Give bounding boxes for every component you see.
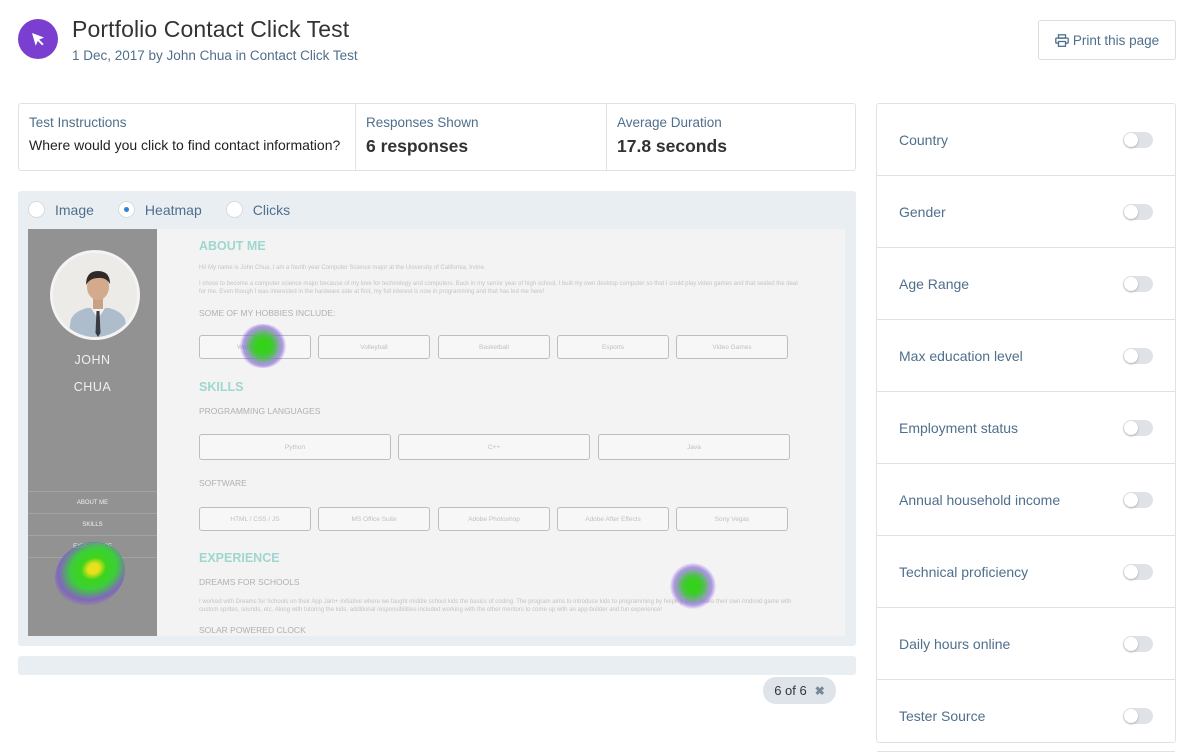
test-screenshot[interactable]: JOHN CHUA ABOUT ME SKILLS EXPERIENCE CON…: [28, 229, 845, 636]
stat-instructions-value: Where would you click to find contact in…: [29, 137, 341, 153]
filter-label: Tester Source: [899, 707, 986, 724]
filter-toggle[interactable]: [1123, 635, 1153, 652]
language-chip: Java: [598, 434, 790, 460]
mode-clicks-label: Clicks: [252, 201, 291, 218]
filter-label: Annual household income: [899, 491, 1061, 508]
cursor-logo-icon: [18, 19, 58, 59]
filter-toggle[interactable]: [1123, 491, 1153, 508]
languages-heading: PROGRAMMING LANGUAGES: [199, 406, 321, 416]
hobby-chip: Working Out: [199, 335, 311, 359]
filter-label: Country: [899, 131, 949, 148]
screenshot-nav-item: ABOUT ME: [28, 491, 157, 513]
about-heading: ABOUT ME: [199, 239, 266, 253]
filter-label: Employment status: [899, 419, 1019, 436]
radio-image[interactable]: [28, 201, 45, 218]
printer-icon: [1054, 33, 1069, 47]
filter-toggle[interactable]: [1123, 707, 1153, 724]
experience-heading: EXPERIENCE: [199, 551, 280, 565]
dreams-heading: DREAMS FOR SCHOOLS: [199, 577, 300, 587]
stat-duration-value: 17.8 seconds: [617, 136, 727, 156]
stat-duration-label: Average Duration: [617, 115, 722, 130]
filter-toggle[interactable]: [1123, 563, 1153, 580]
heatmap-viewer: Image Heatmap Clicks JOHN CHUA ABOUT ME …: [18, 191, 856, 646]
mode-heatmap-label: Heatmap: [144, 201, 202, 218]
hobby-chip: Esports: [557, 335, 669, 359]
filter-hours-online: Daily hours online: [877, 608, 1175, 680]
page-header: Portfolio Contact Click Test 1 Dec, 2017…: [18, 16, 358, 63]
response-scrubber[interactable]: [18, 656, 856, 675]
filter-toggle[interactable]: [1123, 347, 1153, 364]
software-chip: Adobe After Effects: [557, 507, 669, 531]
view-mode-selector: Image Heatmap Clicks: [28, 201, 314, 218]
response-pager: 6 of 6 ✖: [763, 677, 836, 704]
filter-label: Max education level: [899, 347, 1023, 364]
filter-employment: Employment status: [877, 392, 1175, 464]
hobby-chip: Basketball: [438, 335, 550, 359]
page-title: Portfolio Contact Click Test: [72, 16, 350, 42]
hobby-chip: Volleyball: [318, 335, 430, 359]
filter-income: Annual household income: [877, 464, 1175, 536]
software-chip: MS Office Suite: [318, 507, 430, 531]
filter-education: Max education level: [877, 320, 1175, 392]
screenshot-nav: ABOUT ME SKILLS EXPERIENCE CONTACT: [28, 491, 157, 579]
language-chip: Python: [199, 434, 391, 460]
filter-age-range: Age Range: [877, 248, 1175, 320]
mode-image[interactable]: Image: [28, 201, 94, 218]
screenshot-nav-item: SKILLS: [28, 513, 157, 535]
mode-heatmap[interactable]: Heatmap: [117, 201, 202, 218]
radio-clicks[interactable]: [225, 201, 243, 218]
stat-instructions-label: Test Instructions: [29, 115, 127, 130]
filter-country: Country: [877, 104, 1175, 176]
hobbies-heading: SOME OF MY HOBBIES INCLUDE:: [199, 308, 336, 318]
filter-toggle[interactable]: [1123, 275, 1153, 292]
software-chip: HTML / CSS / JS: [199, 507, 311, 531]
stat-responses-label: Responses Shown: [366, 115, 479, 130]
filter-label: Daily hours online: [899, 635, 1011, 652]
pager-label: 6 of 6: [774, 683, 807, 698]
mode-clicks[interactable]: Clicks: [225, 201, 291, 218]
stat-responses: Responses Shown 6 responses: [356, 104, 607, 170]
screenshot-sidebar: JOHN CHUA ABOUT ME SKILLS EXPERIENCE CON…: [28, 229, 157, 636]
filter-label: Gender: [899, 203, 946, 220]
filters-panel: Country Gender Age Range Max education l…: [876, 103, 1176, 752]
software-chip: Sony Vegas: [676, 507, 788, 531]
stats-panel: Test Instructions Where would you click …: [18, 103, 856, 171]
skills-heading: SKILLS: [199, 380, 244, 394]
about-paragraph-1: Hi! My name is John Chua, I am a fourth …: [199, 265, 486, 271]
filter-label: Age Range: [899, 275, 970, 292]
filter-toggle[interactable]: [1123, 131, 1153, 148]
profile-photo: [50, 250, 140, 340]
radio-heatmap[interactable]: [117, 201, 135, 218]
hobby-chip: Video Games: [676, 335, 788, 359]
stat-duration: Average Duration 17.8 seconds: [607, 104, 855, 170]
software-heading: SOFTWARE: [199, 478, 247, 488]
close-icon[interactable]: ✖: [815, 684, 825, 698]
stat-responses-value: 6 responses: [366, 136, 469, 156]
page-meta: 1 Dec, 2017 by John Chua in Contact Clic…: [72, 48, 358, 63]
mode-image-label: Image: [55, 201, 94, 218]
filter-toggle[interactable]: [1123, 203, 1153, 220]
about-paragraph-2: I chose to become a computer science maj…: [199, 281, 798, 295]
screenshot-first-name: JOHN: [74, 353, 111, 367]
filter-toggle[interactable]: [1123, 419, 1153, 436]
language-chip: C++: [398, 434, 590, 460]
filter-proficiency: Technical proficiency: [877, 536, 1175, 608]
solar-heading: SOLAR POWERED CLOCK: [199, 625, 306, 635]
filter-label: Technical proficiency: [899, 563, 1029, 580]
print-button-label: Print this page: [1072, 32, 1160, 48]
screenshot-nav-item: EXPERIENCE: [28, 535, 157, 557]
dreams-paragraph: I worked with Dreams for Schools on thei…: [199, 599, 792, 613]
screenshot-last-name: CHUA: [73, 380, 112, 394]
filter-gender: Gender: [877, 176, 1175, 248]
software-chip: Adobe Photoshop: [438, 507, 550, 531]
screenshot-nav-item: CONTACT: [28, 557, 157, 579]
print-button[interactable]: Print this page: [1038, 20, 1176, 60]
stat-instructions: Test Instructions Where would you click …: [19, 104, 356, 170]
filter-tester-source: Tester Source: [877, 680, 1175, 752]
